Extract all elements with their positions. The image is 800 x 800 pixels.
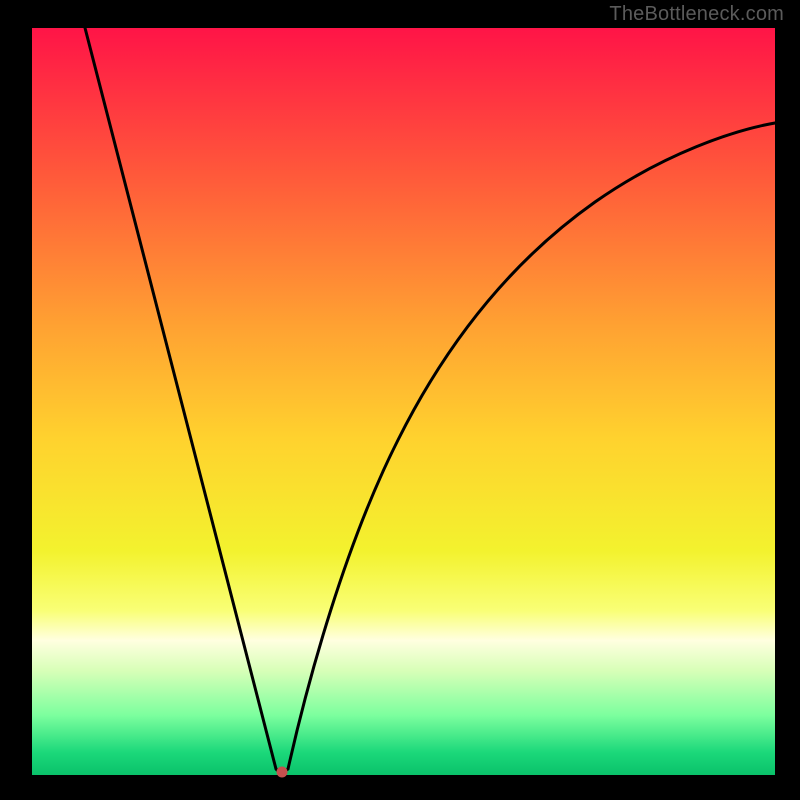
minimum-marker [277,767,288,778]
watermark-text: TheBottleneck.com [609,3,784,26]
chart-frame: TheBottleneck.com [0,0,800,800]
plot-area [32,28,775,775]
